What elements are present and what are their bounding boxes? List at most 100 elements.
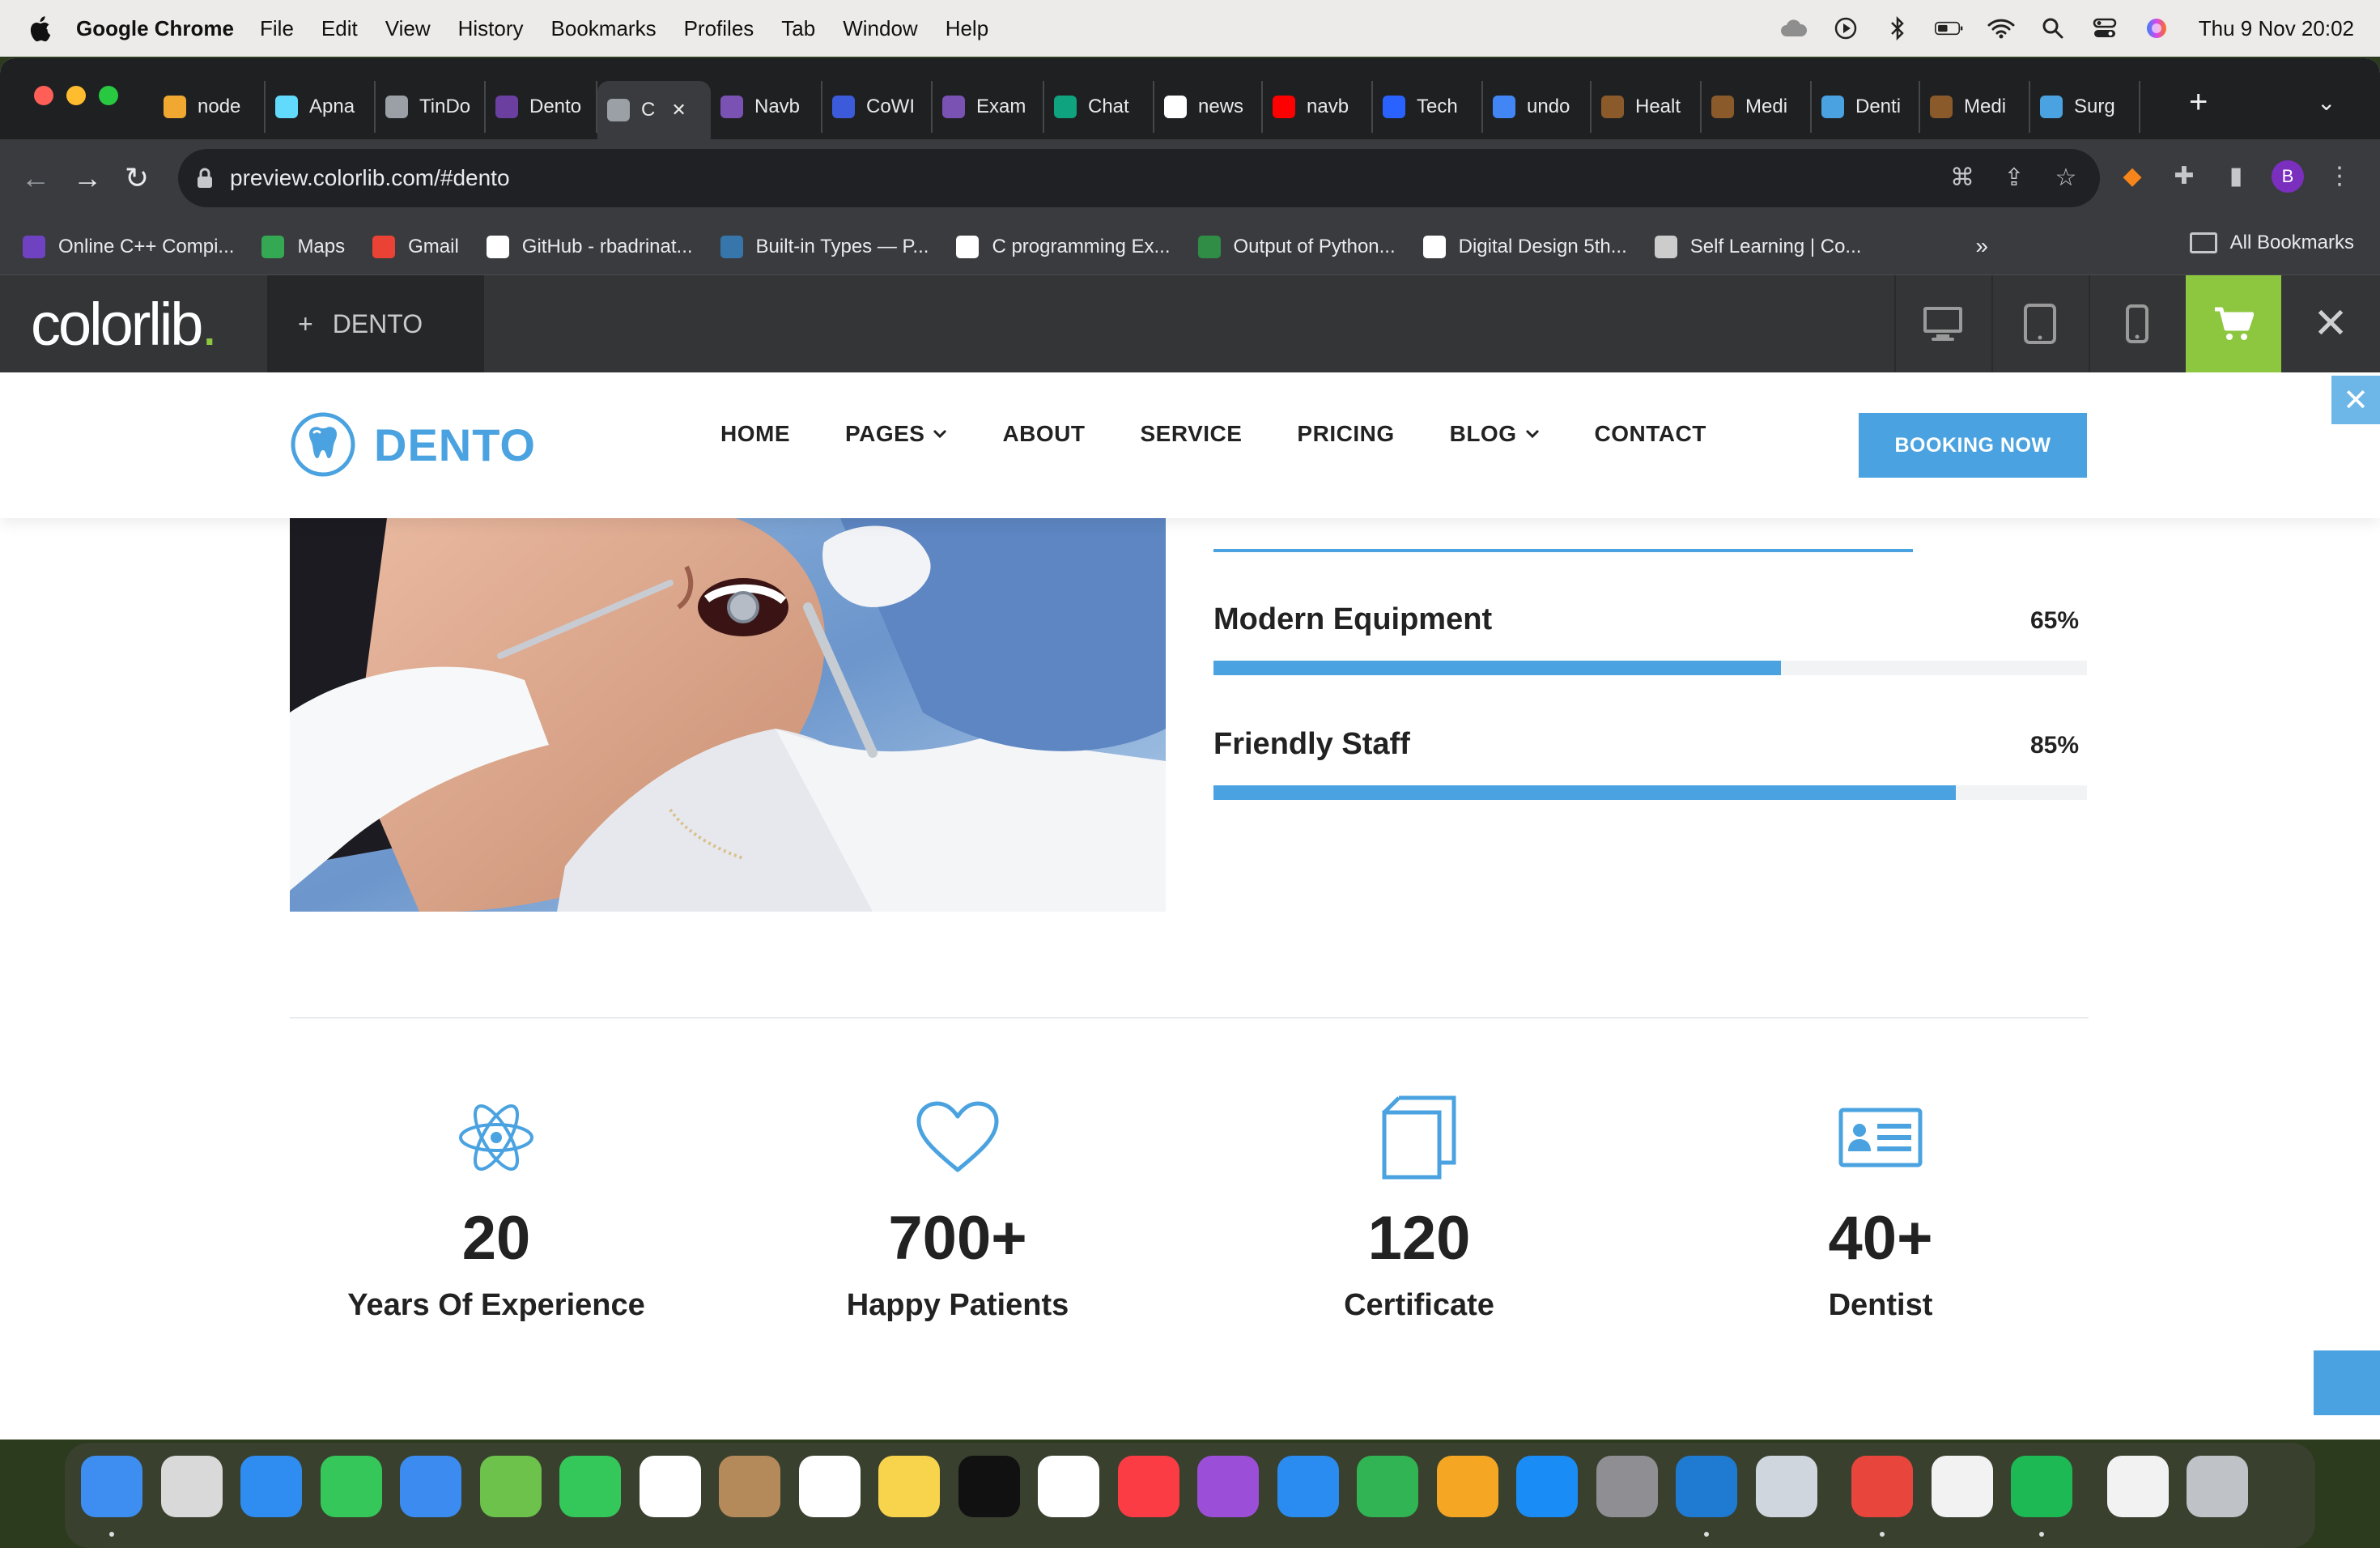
tab[interactable]: Medi <box>1920 81 2030 133</box>
desktop-view-button[interactable] <box>1894 275 1990 372</box>
dock-preview-icon[interactable] <box>1755 1456 1817 1517</box>
bookmark-item[interactable]: Digital Design 5th... <box>1422 235 1627 258</box>
tab[interactable]: Apna <box>266 81 376 133</box>
tab[interactable]: Chat <box>1044 81 1154 133</box>
bookmarks-overflow-chevron[interactable]: » <box>1975 233 1988 259</box>
dock-reminders-icon[interactable] <box>798 1456 861 1517</box>
tab[interactable]: Denti <box>1812 81 1920 133</box>
project-selector[interactable]: + DENTO <box>267 275 484 372</box>
dock-chrome-icon[interactable] <box>1851 1456 1913 1517</box>
dock-pages-icon[interactable] <box>1436 1456 1498 1517</box>
menu-profiles[interactable]: Profiles <box>684 16 754 41</box>
dock-music-icon[interactable] <box>1117 1456 1179 1517</box>
bluetooth-icon[interactable] <box>1883 16 1912 40</box>
tab[interactable]: node <box>154 81 266 133</box>
dock-calendar-icon[interactable] <box>639 1456 701 1517</box>
menu-app-name[interactable]: Google Chrome <box>76 16 234 41</box>
dock-launchpad-icon[interactable] <box>160 1456 223 1517</box>
new-tab-button[interactable]: + <box>2189 86 2208 118</box>
bookmark-item[interactable]: Gmail <box>372 235 459 258</box>
dock-podcasts-icon[interactable] <box>1197 1456 1259 1517</box>
dock-vscode-icon[interactable] <box>1676 1456 1737 1517</box>
address-bar[interactable]: preview.colorlib.com/#dento ⌘ ⇪ ☆ <box>178 149 2100 207</box>
menu-help[interactable]: Help <box>946 16 988 41</box>
tab[interactable]: Tech <box>1373 81 1483 133</box>
bookmark-item[interactable]: C programming Ex... <box>956 235 1171 258</box>
bookmark-item[interactable]: Built-in Types — P... <box>720 235 929 258</box>
cloud-icon[interactable] <box>1779 16 1808 40</box>
tab[interactable]: Medi <box>1702 81 1812 133</box>
menu-view[interactable]: View <box>385 16 431 41</box>
apple-logo-icon[interactable] <box>28 15 52 42</box>
menu-edit[interactable]: Edit <box>321 16 358 41</box>
close-preview-bar-icon[interactable]: ✕ <box>2281 275 2380 372</box>
dock-finder-icon[interactable] <box>81 1456 142 1517</box>
dock-numbers-icon[interactable] <box>1357 1456 1418 1517</box>
dock-facetime-icon[interactable] <box>559 1456 621 1517</box>
tab[interactable]: navb <box>1263 81 1373 133</box>
booking-now-button[interactable]: BOOKING NOW <box>1859 413 2087 478</box>
share-icon[interactable]: ⇪ <box>2000 164 2029 193</box>
dock-app-store-icon[interactable] <box>1516 1456 1578 1517</box>
tab[interactable]: Surg <box>2030 81 2140 133</box>
close-tab-icon[interactable]: ✕ <box>671 100 686 121</box>
siri-icon[interactable] <box>2142 16 2171 40</box>
back-arrow-icon[interactable]: ← <box>21 162 50 194</box>
dock-photos-icon[interactable] <box>1038 1456 1099 1517</box>
kebab-menu-icon[interactable]: ⋮ <box>2323 160 2356 193</box>
menu-clock[interactable]: Thu 9 Nov 20:02 <box>2199 16 2354 41</box>
mobile-view-button[interactable] <box>2089 275 2184 372</box>
nav-pricing[interactable]: PRICING <box>1297 421 1394 447</box>
bookmark-item[interactable]: Self Learning | Co... <box>1654 235 1861 258</box>
minimize-window-button[interactable] <box>66 86 86 105</box>
nav-contact[interactable]: CONTACT <box>1595 421 1706 447</box>
control-center-icon[interactable] <box>2090 16 2119 40</box>
nav-blog[interactable]: BLOG <box>1450 421 1540 447</box>
cart-button[interactable] <box>2186 275 2281 372</box>
wifi-icon[interactable] <box>1987 16 2016 40</box>
dock-system-settings-icon[interactable] <box>1596 1456 1658 1517</box>
url-text[interactable]: preview.colorlib.com/#dento <box>230 165 510 191</box>
forward-arrow-icon[interactable]: → <box>73 162 102 194</box>
extensions-puzzle-icon[interactable]: ✚ <box>2168 160 2200 193</box>
colorlib-logo[interactable]: colorlib. <box>31 290 218 359</box>
bookmark-item[interactable]: Online C++ Compi... <box>23 235 234 258</box>
nav-pages[interactable]: PAGES <box>845 421 947 447</box>
side-panel-icon[interactable]: ▮ <box>2220 160 2252 193</box>
play-circle-icon[interactable] <box>1831 16 1860 40</box>
dock-keynote-icon[interactable] <box>1277 1456 1339 1517</box>
dock-trash-icon[interactable] <box>2187 1456 2248 1517</box>
site-brand[interactable]: DENTO <box>290 411 536 478</box>
metamask-fox-icon[interactable]: ◆ <box>2116 160 2148 193</box>
dock-mail-icon[interactable] <box>400 1456 461 1517</box>
dock-messages-icon[interactable] <box>320 1456 382 1517</box>
bookmark-star-icon[interactable]: ☆ <box>2051 164 2080 193</box>
close-side-icon[interactable]: ✕ <box>2331 376 2380 424</box>
menu-window[interactable]: Window <box>843 16 917 41</box>
tab[interactable]: TinDo <box>376 81 486 133</box>
bookmark-item[interactable]: Output of Python... <box>1197 235 1396 258</box>
nav-home[interactable]: HOME <box>720 421 790 447</box>
tab[interactable]: undo <box>1483 81 1592 133</box>
menu-history[interactable]: History <box>458 16 524 41</box>
dock-tv-icon[interactable] <box>958 1456 1020 1517</box>
tab[interactable]: Exam <box>933 81 1044 133</box>
maximize-window-button[interactable] <box>99 86 118 105</box>
battery-icon[interactable] <box>1934 16 1964 40</box>
menu-tab[interactable]: Tab <box>781 16 815 41</box>
scroll-to-top-button[interactable] <box>2314 1350 2380 1415</box>
nav-about[interactable]: ABOUT <box>1002 421 1085 447</box>
dock-safari-icon[interactable] <box>240 1456 302 1517</box>
bookmark-item[interactable]: Maps <box>261 235 345 258</box>
dock-document-icon[interactable] <box>2106 1456 2169 1517</box>
translate-icon[interactable]: ⌘ <box>1948 164 1977 193</box>
tab[interactable]: news <box>1154 81 1263 133</box>
profile-avatar[interactable]: B <box>2272 160 2304 193</box>
dock-notes-icon[interactable] <box>878 1456 940 1517</box>
all-bookmarks-button[interactable]: All Bookmarks <box>2189 232 2354 254</box>
tab-search-chevron-icon[interactable]: ⌄ <box>2317 89 2335 116</box>
dock-textedit-icon[interactable] <box>1931 1456 1993 1517</box>
spotlight-search-icon[interactable] <box>2038 16 2068 40</box>
reload-icon[interactable]: ↻ <box>125 162 149 194</box>
nav-service[interactable]: SERVICE <box>1141 421 1243 447</box>
